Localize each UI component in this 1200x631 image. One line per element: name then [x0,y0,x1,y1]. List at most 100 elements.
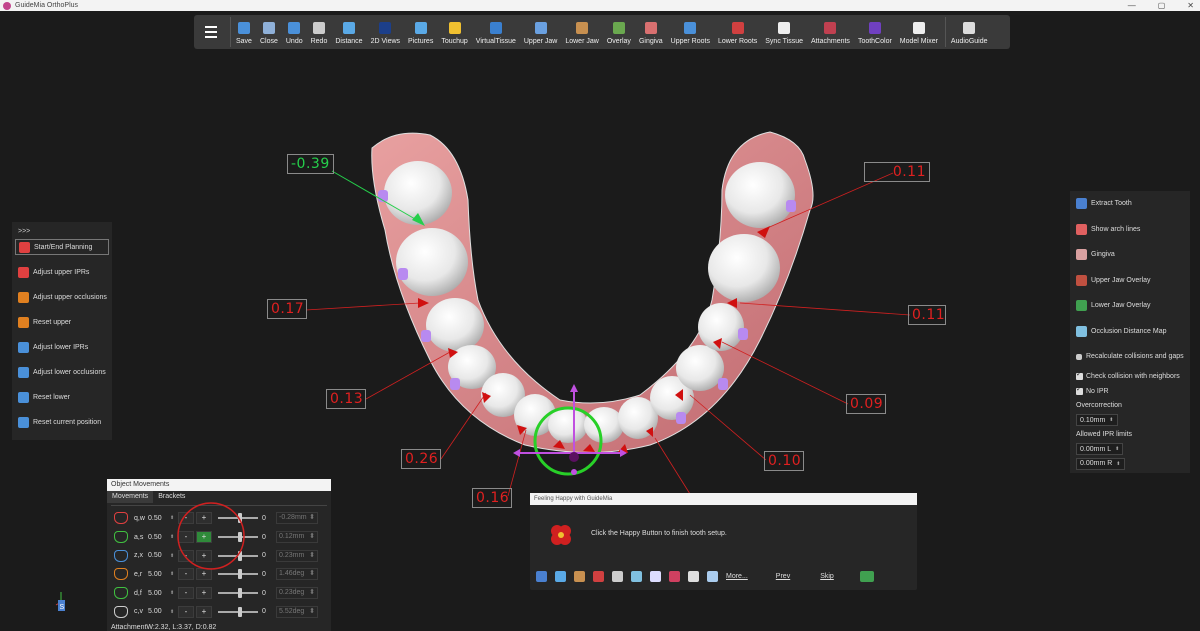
check-collision-checkbox[interactable]: Check collision with neighbors [1076,370,1190,385]
close-window-button[interactable]: ✕ [1187,0,1194,11]
prev-link[interactable]: Prev [776,573,790,580]
checkbox-checked-icon[interactable] [1076,385,1083,395]
ipr-label[interactable]: 0.10 [764,451,804,471]
maximize-button[interactable]: ▢ [1158,0,1166,11]
result-spin-icon[interactable]: ⬍ [309,513,315,523]
toolbar-button-attachments[interactable]: Attachments [808,15,853,49]
tool-item-extract-tooth[interactable]: Extract Tooth [1076,191,1190,217]
toolbar-button-sync-tissue[interactable]: Sync Tissue [762,15,806,49]
movement-step-value[interactable]: 0.50 [148,552,170,559]
increment-button[interactable]: + [196,587,212,600]
toolbar-button-save[interactable]: Save [233,15,255,49]
planning-item-adjust-lower-iprs[interactable]: Adjust lower IPRs [12,335,112,360]
result-spin-icon[interactable]: ⬍ [309,607,315,617]
planning-item-adjust-upper-iprs[interactable]: Adjust upper IPRs [12,260,112,285]
slider-handle[interactable] [238,588,242,599]
movement-result-field[interactable]: 0.23mm ⬍ [276,549,318,562]
toolbar-button-distance[interactable]: Distance [332,15,365,49]
search-tooth-icon[interactable] [631,571,642,582]
overcorrection-spinbox[interactable]: 0.10mm ⬍ [1076,414,1118,427]
decrement-button[interactable]: - [178,587,194,600]
ipr-label[interactable]: 0.26 [401,449,441,469]
toolbar-button-pictures[interactable]: Pictures [405,15,436,49]
checkbox-checked-icon[interactable] [1076,370,1083,381]
tooth-icon[interactable] [612,571,623,582]
movement-step-value[interactable]: 0.50 [148,534,170,541]
panel-expand-toggle[interactable]: >>> [12,222,112,239]
planning-item-reset-upper[interactable]: Reset upper [12,310,112,335]
toolbar-button-lower-jaw[interactable]: Lower Jaw [562,15,601,49]
tool-item-lower-jaw-overlay[interactable]: Lower Jaw Overlay [1076,293,1190,319]
result-spin-icon[interactable]: ⬍ [309,588,315,598]
result-spin-icon[interactable]: ⬍ [309,551,315,561]
step-spin-icon[interactable]: ⬍ [170,571,178,577]
ipr-limit-r-spinbox[interactable]: 0.00mm R ⬍ [1076,457,1125,470]
toolbar-button-toothcolor[interactable]: ToothColor [855,15,895,49]
building-icon[interactable] [688,571,699,582]
ipr-label[interactable]: 0.09 [846,394,886,414]
movement-result-field[interactable]: 1.46deg ⬍ [276,568,318,581]
movement-step-value[interactable]: 5.00 [148,608,170,615]
step-spin-icon[interactable]: ⬍ [170,590,178,596]
spin-arrows-icon[interactable]: ⬍ [1116,461,1120,467]
no-ipr-checkbox[interactable]: No IPR [1076,384,1190,399]
planning-item-reset-lower[interactable]: Reset lower [12,385,112,410]
list-icon[interactable] [536,571,547,582]
toolbar-button-2d-views[interactable]: 2D Views [368,15,403,49]
happy-clover-icon[interactable] [548,522,574,548]
finish-happy-icon[interactable] [859,571,874,582]
toolbar-button-model-mixer[interactable]: Model Mixer [897,15,941,49]
arch-icon[interactable] [593,571,604,582]
movement-step-value[interactable]: 0.50 [148,515,170,522]
tool-item-upper-jaw-overlay[interactable]: Upper Jaw Overlay [1076,268,1190,294]
result-spin-icon[interactable]: ⬍ [309,569,315,579]
ipr-label[interactable]: 0.17 [267,299,307,319]
screen-icon[interactable] [650,571,661,582]
ipr-label[interactable]: 0.11 [864,162,930,182]
movement-result-field[interactable]: 5.52deg ⬍ [276,605,318,618]
slider-handle[interactable] [238,606,242,617]
ipr-limit-l-spinbox[interactable]: 0.00mm L ⬍ [1076,443,1124,456]
toolbar-button-redo[interactable]: Redo [308,15,331,49]
increment-button[interactable]: + [196,605,212,618]
planning-item-adjust-lower-occlusions[interactable]: Adjust lower occlusions [12,360,112,385]
movement-result-field[interactable]: -0.28mm ⬍ [276,512,318,525]
toolbar-button-gingiva[interactable]: Gingiva [636,15,666,49]
minimize-button[interactable]: — [1128,0,1136,11]
movement-slider[interactable] [218,606,258,617]
toolbar-button-virtualtissue[interactable]: VirtualTissue [473,15,519,49]
ipr-label[interactable]: 0.16 [472,488,512,508]
toolbar-button-upper-roots[interactable]: Upper Roots [668,15,713,49]
toolbar-button-overlay[interactable]: Overlay [604,15,634,49]
movement-result-field[interactable]: 0.12mm ⬍ [276,531,318,544]
toolbar-button-touchup[interactable]: Touchup [438,15,470,49]
teeth-icon[interactable] [707,571,718,582]
menu-hamburger-button[interactable] [194,15,228,49]
tab-movements[interactable]: Movements [107,491,154,503]
tool-item-occlusion-distance-map[interactable]: Occlusion Distance Map [1076,319,1190,345]
spin-arrows-icon[interactable]: ⬍ [1115,446,1119,452]
movement-slider[interactable] [218,569,258,580]
skip-link[interactable]: Skip [820,573,834,580]
toolbar-button-close[interactable]: Close [257,15,281,49]
movement-step-value[interactable]: 5.00 [148,590,170,597]
movement-slider[interactable] [218,588,258,599]
tool-item-recalculate-collisions-and-gaps[interactable]: Recalculate collisions and gaps [1076,344,1190,370]
movement-result-field[interactable]: 0.23deg ⬍ [276,587,318,600]
spin-arrows-icon[interactable]: ⬍ [1109,417,1113,423]
result-spin-icon[interactable]: ⬍ [309,532,315,542]
planning-item-adjust-upper-occlusions[interactable]: Adjust upper occlusions [12,285,112,310]
planning-item-reset-current-position[interactable]: Reset current position [12,410,112,435]
movement-step-value[interactable]: 5.00 [148,571,170,578]
toolbar-button-audioguide[interactable]: AudioGuide [948,15,991,49]
picture-icon[interactable] [555,571,566,582]
tools-icon[interactable] [574,571,585,582]
more-link[interactable]: More... [726,573,748,580]
tool-item-show-arch-lines[interactable]: Show arch lines [1076,217,1190,243]
ipr-label[interactable]: -0.39 [287,154,334,174]
tool-item-gingiva[interactable]: Gingiva [1076,242,1190,268]
attachment-icon[interactable] [669,571,680,582]
toolbar-button-undo[interactable]: Undo [283,15,306,49]
ipr-label[interactable]: 0.13 [326,389,366,409]
planning-item-start-end-planning[interactable]: Start/End Planning [15,239,109,255]
